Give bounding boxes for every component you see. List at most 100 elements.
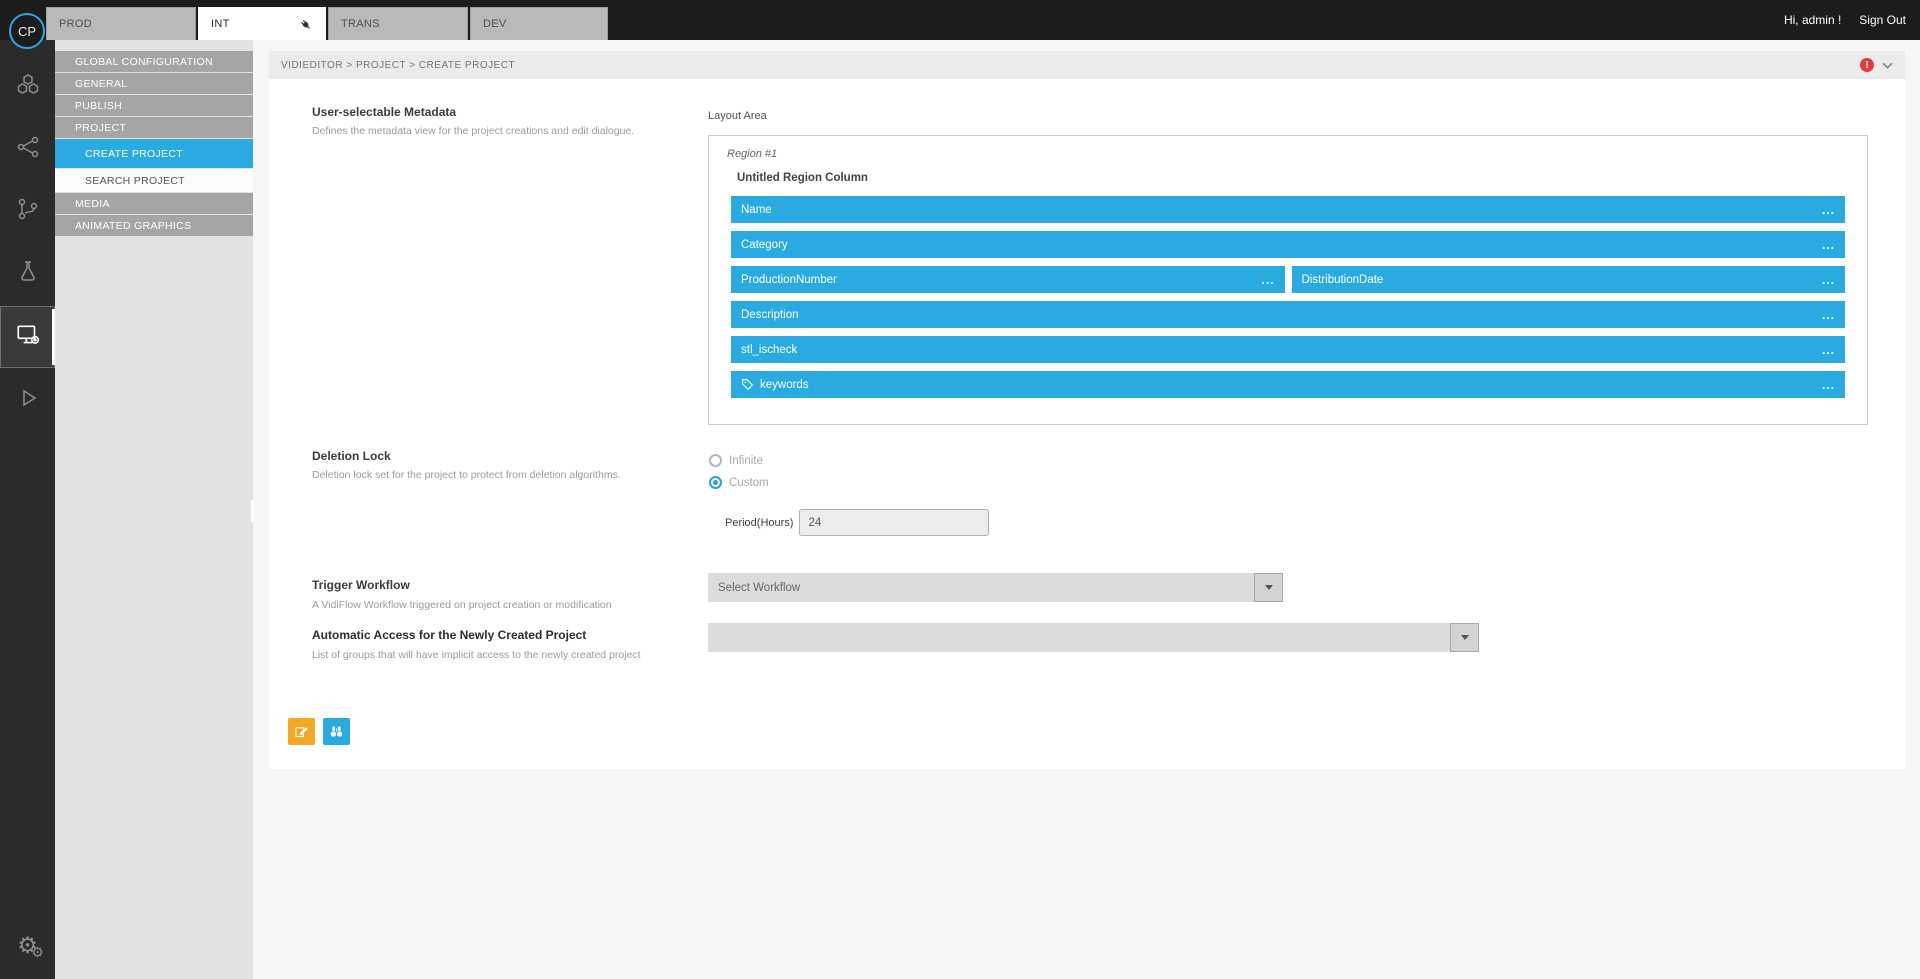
dropdown-arrow-button[interactable] <box>1450 623 1479 652</box>
app-logo: CP <box>9 13 45 49</box>
metadata-field-stl-ischeck[interactable]: stl_ischeck ... <box>731 336 1845 363</box>
sidebar-item-media[interactable]: MEDIA <box>55 193 253 214</box>
sidebar-resize-handle[interactable] <box>251 500 254 522</box>
deletion-lock-title: Deletion Lock <box>312 449 391 463</box>
field-label: DistributionDate <box>1302 274 1384 286</box>
metadata-field-name[interactable]: Name ... <box>731 196 1845 223</box>
dropdown-arrow-button[interactable] <box>1254 573 1283 602</box>
network-icon <box>16 135 40 164</box>
edit-button[interactable] <box>288 718 315 745</box>
monitor-gear-icon <box>15 322 41 353</box>
metadata-section-description: Defines the metadata view for the projec… <box>312 125 634 137</box>
sign-out-link[interactable]: Sign Out <box>1859 13 1906 27</box>
field-row: Description ... <box>731 301 1845 328</box>
deletion-lock-description: Deletion lock set for the project to pro… <box>312 469 621 481</box>
breadcrumb: VIDIEDITOR > PROJECT > CREATE PROJECT <box>281 60 515 71</box>
cubes-icon <box>16 72 40 101</box>
field-row: Category ... <box>731 231 1845 258</box>
tab-prod[interactable]: PROD <box>46 7 196 40</box>
field-menu-icon[interactable]: ... <box>1822 378 1835 392</box>
radio-label[interactable]: Infinite <box>729 455 763 467</box>
gears-icon: ⚙⚙ <box>17 934 38 957</box>
field-menu-icon[interactable]: ... <box>1261 273 1274 287</box>
caret-down-icon <box>1265 585 1273 590</box>
field-menu-icon[interactable]: ... <box>1822 273 1835 287</box>
region-title: Region #1 <box>727 148 777 160</box>
find-button[interactable] <box>323 718 350 745</box>
error-icon[interactable]: ! <box>1860 58 1874 72</box>
field-label: Category <box>741 239 788 251</box>
tab-label: DEV <box>483 18 507 30</box>
field-menu-icon[interactable]: ... <box>1822 308 1835 322</box>
tab-int[interactable]: INT <box>198 7 326 40</box>
chevron-down-icon[interactable] <box>1882 60 1893 71</box>
flask-icon <box>16 259 40 288</box>
trigger-workflow-description: A VidiFlow Workflow triggered on project… <box>312 599 612 611</box>
period-hours-label: Period(Hours) <box>725 517 793 529</box>
rail-item-settings[interactable]: ⚙⚙ <box>0 917 55 973</box>
rail-item-cubes[interactable] <box>0 58 55 114</box>
tag-icon <box>741 378 754 391</box>
layout-area-label: Layout Area <box>708 110 767 122</box>
period-row: Period(Hours) <box>725 509 989 536</box>
field-row: ProductionNumber ... DistributionDate ..… <box>731 266 1845 293</box>
tab-trans[interactable]: TRANS <box>328 7 468 40</box>
sidebar-item-search-project[interactable]: SEARCH PROJECT <box>55 169 253 192</box>
layout-area: Region #1 Untitled Region Column Name ..… <box>708 135 1868 425</box>
rail-item-flask[interactable] <box>0 245 55 301</box>
field-row: keywords ... <box>731 371 1845 398</box>
metadata-field-list: Name ... Category ... ProductionNumber .… <box>731 196 1845 406</box>
field-menu-icon[interactable]: ... <box>1822 343 1835 357</box>
radio-circle-icon[interactable] <box>709 476 722 489</box>
access-groups-select[interactable] <box>708 623 1479 652</box>
radio-circle-icon[interactable] <box>709 454 722 467</box>
rail-item-network[interactable] <box>0 121 55 177</box>
region-column-title: Untitled Region Column <box>737 172 868 184</box>
metadata-section-title: User-selectable Metadata <box>312 105 456 119</box>
plug-icon <box>298 17 313 32</box>
field-label: ProductionNumber <box>741 274 837 286</box>
top-bar: PROD INT TRANS DEV Hi, admin ! Sign Out <box>0 0 1920 40</box>
sidebar-item-animated-graphics[interactable]: ANIMATED GRAPHICS <box>55 215 253 236</box>
metadata-field-distributiondate[interactable]: DistributionDate ... <box>1292 266 1846 293</box>
play-icon <box>16 386 40 415</box>
radio-custom[interactable]: Custom <box>709 476 769 489</box>
field-row: Name ... <box>731 196 1845 223</box>
sidebar-item-project[interactable]: PROJECT <box>55 117 253 138</box>
field-menu-icon[interactable]: ... <box>1822 203 1835 217</box>
environment-tabs: PROD INT TRANS DEV <box>46 7 608 40</box>
sidebar-item-publish[interactable]: PUBLISH <box>55 95 253 116</box>
create-project-form: User-selectable Metadata Defines the met… <box>269 79 1905 769</box>
period-hours-input[interactable] <box>799 509 989 536</box>
edit-pencil-icon <box>294 724 309 739</box>
field-label: keywords <box>760 379 809 391</box>
tab-dev[interactable]: DEV <box>470 7 608 40</box>
metadata-field-productionnumber[interactable]: ProductionNumber ... <box>731 266 1285 293</box>
breadcrumb-bar: VIDIEDITOR > PROJECT > CREATE PROJECT ! <box>269 51 1905 79</box>
workflow-select[interactable]: Select Workflow <box>708 573 1283 602</box>
sidebar-item-general[interactable]: GENERAL <box>55 73 253 94</box>
metadata-field-description[interactable]: Description ... <box>731 301 1845 328</box>
caret-down-icon <box>1461 635 1469 640</box>
config-sidebar: GLOBAL CONFIGURATION GENERAL PUBLISH PRO… <box>55 40 253 979</box>
field-menu-icon[interactable]: ... <box>1822 238 1835 252</box>
trigger-workflow-title: Trigger Workflow <box>312 578 410 592</box>
branch-icon <box>16 197 40 226</box>
metadata-field-category[interactable]: Category ... <box>731 231 1845 258</box>
sidebar-item-create-project[interactable]: CREATE PROJECT <box>55 139 253 168</box>
module-rail: ⚙⚙ <box>0 40 55 979</box>
binoculars-icon <box>329 724 344 739</box>
sidebar-item-global-configuration[interactable]: GLOBAL CONFIGURATION <box>55 51 253 72</box>
user-greeting: Hi, admin ! <box>1784 13 1841 27</box>
metadata-field-keywords[interactable]: keywords ... <box>731 371 1845 398</box>
radio-label[interactable]: Custom <box>729 477 769 489</box>
main-area: VIDIEDITOR > PROJECT > CREATE PROJECT ! … <box>253 40 1920 979</box>
radio-infinite[interactable]: Infinite <box>709 454 763 467</box>
rail-item-player[interactable] <box>0 372 55 428</box>
rail-item-config-portal[interactable] <box>0 306 55 368</box>
automatic-access-description: List of groups that will have implicit a… <box>312 649 641 661</box>
field-row: stl_ischeck ... <box>731 336 1845 363</box>
rail-item-branch[interactable] <box>0 183 55 239</box>
tab-label: PROD <box>59 18 92 30</box>
automatic-access-title: Automatic Access for the Newly Created P… <box>312 628 586 642</box>
